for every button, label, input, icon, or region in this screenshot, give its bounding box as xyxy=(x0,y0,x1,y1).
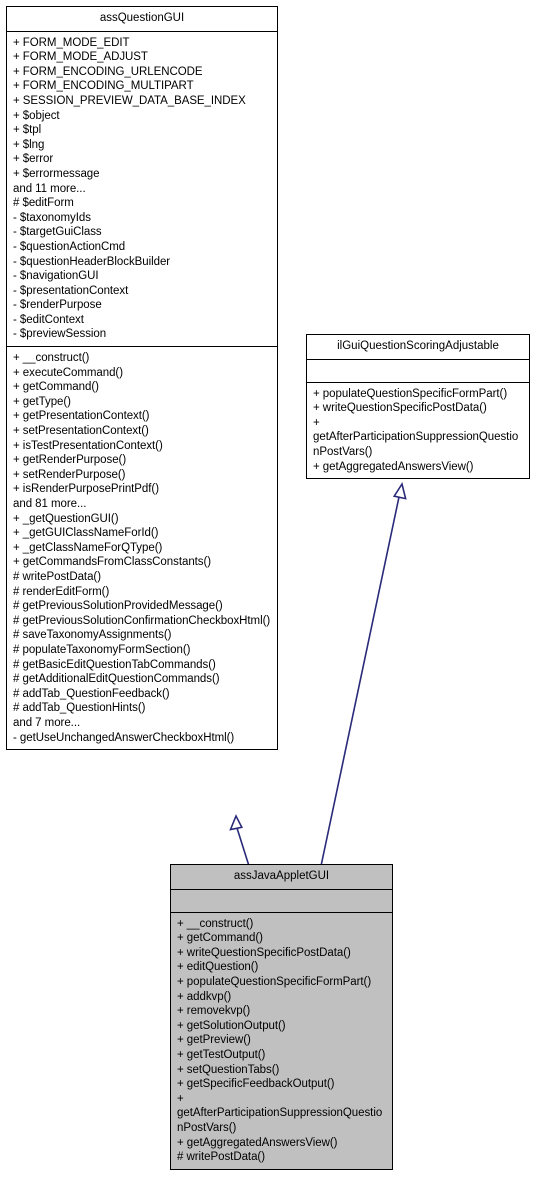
class-member: + setQuestionTabs() xyxy=(177,1063,280,1076)
class-member: + getSpecificFeedbackOutput() xyxy=(177,1078,335,1091)
edge-derived-to-base xyxy=(229,814,250,867)
class-member: + getAfterParticipationSuppressionQuesti… xyxy=(177,1092,383,1134)
class-member: + populateQuestionSpecificFormPart() xyxy=(177,975,372,988)
class-member: # $editForm xyxy=(13,197,74,210)
class-member: - $presentationContext xyxy=(13,284,129,297)
class-member: - getUseUnchangedAnswerCheckboxHtml() xyxy=(13,731,235,744)
class-member: + isTestPresentationContext() xyxy=(13,439,163,452)
class-member: - $previewSession xyxy=(13,328,107,341)
class-member: - $taxonomyIds xyxy=(13,211,91,224)
class-box-assquestiongui[interactable]: assQuestionGUI + FORM_MODE_EDIT + FORM_MO… xyxy=(6,6,278,751)
class-member: + getCommand() xyxy=(13,381,99,394)
class-member: and 11 more... xyxy=(13,182,86,195)
class-member: - $targetGuiClass xyxy=(13,226,102,239)
class-member: # renderEditForm() xyxy=(13,585,110,598)
class-member: - $navigationGUI xyxy=(13,270,99,283)
class-member: + getType() xyxy=(13,395,71,408)
class-member: # writePostData() xyxy=(13,570,101,583)
class-member: # getAdditionalEditQuestionCommands() xyxy=(13,673,220,686)
class-member: + getPreview() xyxy=(177,1034,251,1047)
class-title-assjavaappletgui: assJavaAppletGUI xyxy=(171,865,392,890)
class-member: # addTab_QuestionFeedback() xyxy=(13,687,170,700)
class-member: + __construct() xyxy=(177,917,254,930)
class-member: # writePostData() xyxy=(177,1151,265,1164)
class-attributes-ilguiquestionscoringadjustable xyxy=(307,360,529,382)
class-member: - $questionActionCmd xyxy=(13,240,126,253)
class-member: + getCommandsFromClassConstants() xyxy=(13,556,212,569)
class-member: + FORM_ENCODING_URLENCODE xyxy=(13,65,203,78)
class-member: + writeQuestionSpecificPostData() xyxy=(177,946,351,959)
class-member: + $tpl xyxy=(13,124,42,137)
class-attributes-assjavaappletgui xyxy=(171,890,392,912)
class-member: + $errormessage xyxy=(13,167,100,180)
class-member: - $editContext xyxy=(13,313,84,326)
class-member: # getBasicEditQuestionTabCommands() xyxy=(13,658,216,671)
class-member: + _getQuestionGUI() xyxy=(13,512,119,525)
class-member: + getRenderPurpose() xyxy=(13,454,127,467)
class-member: + FORM_ENCODING_MULTIPART xyxy=(13,80,194,93)
class-member: and 81 more... xyxy=(13,498,87,510)
class-member: + executeCommand() xyxy=(13,366,123,379)
class-title-ilguiquestionscoringadjustable: ilGuiQuestionScoringAdjustable xyxy=(307,335,529,360)
class-member: + __construct() xyxy=(13,352,90,365)
class-member: + getPresentationContext() xyxy=(13,410,150,423)
class-member: + getAggregatedAnswersView() xyxy=(177,1136,338,1149)
class-member: # saveTaxonomyAssignments() xyxy=(13,629,172,642)
class-member: + addkvp() xyxy=(177,990,232,1003)
class-box-assjavaappletgui[interactable]: assJavaAppletGUI + __construct() + getCom… xyxy=(170,864,393,1170)
class-member: + $error xyxy=(13,153,54,166)
class-methods-assjavaappletgui: + __construct() + getCommand() + writeQues… xyxy=(171,911,392,1169)
edge-derived-to-interface xyxy=(320,481,407,867)
class-member: + _getClassNameForQType() xyxy=(13,541,163,554)
class-member: + getAggregatedAnswersView() xyxy=(313,460,474,473)
class-box-ilguiquestionscoringadjustable[interactable]: ilGuiQuestionScoringAdjustable + populat… xyxy=(306,334,530,480)
class-title-assquestiongui: assQuestionGUI xyxy=(7,7,277,32)
class-member: # populateTaxonomyFormSection() xyxy=(13,643,191,656)
uml-class-diagram: assQuestionGUI + FORM_MODE_EDIT + FORM_MO… xyxy=(0,0,536,1181)
class-member: + getCommand() xyxy=(177,932,263,945)
class-methods-ilguiquestionscoringadjustable: + populateQuestionSpecificFormPart() + wr… xyxy=(307,381,529,479)
class-member: + $lng xyxy=(13,138,45,151)
class-member: + setPresentationContext() xyxy=(13,425,149,438)
class-member: + setRenderPurpose() xyxy=(13,468,126,481)
class-member: + getTestOutput() xyxy=(177,1048,266,1061)
class-member: and 7 more... xyxy=(13,716,81,729)
class-member: + SESSION_PREVIEW_DATA_BASE_INDEX xyxy=(13,94,246,107)
class-member: # getPreviousSolutionProvidedMessage() xyxy=(13,600,223,613)
class-attributes-assquestiongui: + FORM_MODE_EDIT + FORM_MODE_ADJUST + FORM… xyxy=(7,32,277,346)
class-member: - $questionHeaderBlockBuilder xyxy=(13,255,171,268)
class-member: # addTab_QuestionHints() xyxy=(13,702,146,715)
class-member: + editQuestion() xyxy=(177,961,259,974)
class-member: + getAfterParticipationSuppressionQuesti… xyxy=(313,416,519,458)
class-member: + FORM_MODE_ADJUST xyxy=(13,51,148,64)
class-member: # getPreviousSolutionConfirmationCheckbo… xyxy=(13,614,271,627)
class-methods-assquestiongui: + __construct() + executeCommand() + getCo… xyxy=(7,346,277,749)
class-member: + isRenderPurposePrintPdf() xyxy=(13,483,159,496)
class-member: + _getGUIClassNameForId() xyxy=(13,527,159,540)
class-member: + populateQuestionSpecificFormPart() xyxy=(313,387,508,400)
class-member: + writeQuestionSpecificPostData() xyxy=(313,402,487,415)
class-member: + removekvp() xyxy=(177,1005,251,1018)
class-member: - $renderPurpose xyxy=(13,299,102,312)
class-member: + $object xyxy=(13,109,60,122)
class-member: + FORM_MODE_EDIT xyxy=(13,36,130,49)
class-member: + getSolutionOutput() xyxy=(177,1019,286,1032)
